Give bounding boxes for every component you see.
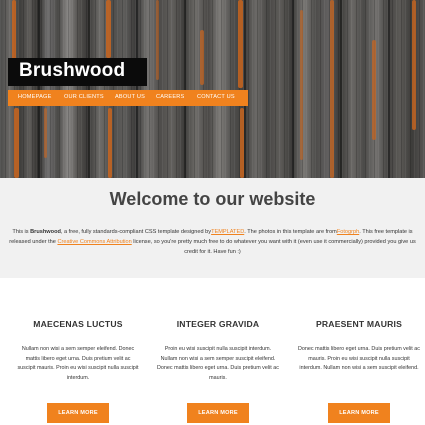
wood-plank-seam <box>244 0 246 178</box>
site-logo[interactable]: Brushwood <box>8 58 147 86</box>
learn-more-button[interactable]: LEARN MORE <box>187 403 249 423</box>
intro-brand: Brushwood <box>30 229 61 235</box>
feature-column: INTEGER GRAVIDA Proin eu wisi suscipit n… <box>153 278 283 425</box>
rust-streak <box>300 10 303 160</box>
column-title: INTEGER GRAVIDA <box>176 319 260 329</box>
intro-paragraph: This is Brushwood, a free, fully standar… <box>6 227 419 257</box>
license-link[interactable]: Creative Commons Attribution <box>57 239 131 245</box>
learn-more-button[interactable]: LEARN MORE <box>47 403 109 423</box>
fotogrph-link[interactable]: Fotogrph <box>337 229 359 235</box>
rust-streak <box>14 108 19 178</box>
welcome-section: Welcome to our website This is Brushwood… <box>0 178 425 278</box>
templated-link[interactable]: TEMPLATED <box>211 229 244 235</box>
rust-streak <box>330 0 334 178</box>
column-title: PRAESENT MAURIS <box>315 319 403 329</box>
wood-plank-seam <box>292 0 294 178</box>
column-text: Nullam non wisi a sem semper eleifend. D… <box>17 346 139 381</box>
column-text: Proin eu wisi suscipit nulla suscipit in… <box>157 346 279 381</box>
intro-text: , a free, fully standards-compliant CSS … <box>60 229 212 235</box>
column-title: MAECENAS LUCTUS <box>33 319 123 329</box>
wood-plank-seam <box>136 0 138 178</box>
intro-text: This is <box>12 229 31 235</box>
rust-streak <box>12 0 16 60</box>
nav-homepage[interactable]: HOMEPAGE <box>18 94 52 100</box>
wood-plank-seam <box>88 0 90 178</box>
nav-careers[interactable]: CAREERS <box>156 94 184 100</box>
wood-plank-seam <box>184 0 186 178</box>
main-nav: HOMEPAGE OUR CLIENTS ABOUT US CAREERS CO… <box>8 90 248 106</box>
rust-streak <box>156 0 159 80</box>
rust-streak <box>200 30 204 85</box>
wood-plank-seam <box>38 0 40 178</box>
rust-streak <box>372 40 376 140</box>
intro-text: license, so you're pretty much free to d… <box>131 239 416 255</box>
column-text: Donec mattis libero eget urna. Duis pret… <box>298 346 420 371</box>
rust-streak <box>44 108 47 158</box>
rust-streak <box>108 108 112 178</box>
feature-column: PRAESENT MAURIS Donec mattis libero eget… <box>294 278 424 425</box>
nav-contact-us[interactable]: CONTACT US <box>197 94 235 100</box>
rust-streak <box>238 0 243 88</box>
welcome-heading: Welcome to our website <box>109 189 316 209</box>
learn-more-button[interactable]: LEARN MORE <box>328 403 390 423</box>
site-logo-text: Brushwood <box>19 60 126 81</box>
feature-column: MAECENAS LUCTUS Nullam non wisi a sem se… <box>13 278 143 425</box>
nav-our-clients[interactable]: OUR CLIENTS <box>64 94 104 100</box>
intro-text: . The photos in this template are from <box>244 229 337 235</box>
rust-streak <box>412 0 416 130</box>
wood-plank-seam <box>388 0 390 178</box>
wood-plank-seam <box>340 0 342 178</box>
rust-streak <box>106 0 111 58</box>
header-banner: Brushwood HOMEPAGE OUR CLIENTS ABOUT US … <box>0 0 425 178</box>
rust-streak <box>240 108 244 178</box>
nav-about-us[interactable]: ABOUT US <box>115 94 145 100</box>
